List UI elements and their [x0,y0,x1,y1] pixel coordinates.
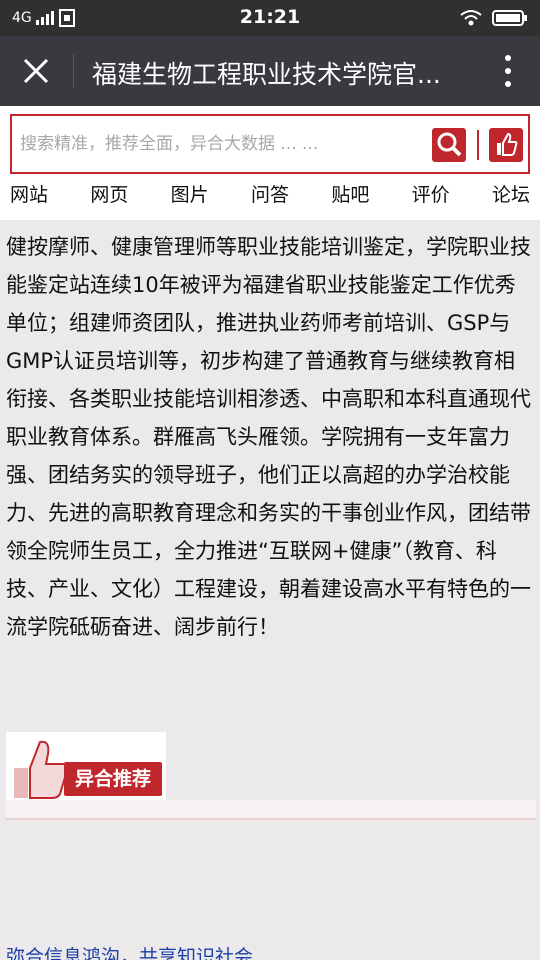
tab-qa[interactable]: 问答 [251,180,289,220]
search-area [0,106,540,180]
status-icons [460,8,528,28]
divider-strip [6,800,536,820]
search-input[interactable] [20,130,420,158]
tab-images[interactable]: 图片 [171,180,209,220]
recommend-button[interactable] [489,128,523,162]
search-box [10,114,530,174]
title-divider [73,54,74,88]
search-icon [437,132,462,157]
slogan-link[interactable]: 弥合信息鸿沟，共享知识社会 [6,942,253,960]
search-category-tabs: 网站 网页 图片 问答 贴吧 评价 论坛 [0,180,540,220]
more-menu-button[interactable] [498,55,518,87]
recommend-label: 异合推荐 [64,762,162,796]
clock: 21:21 [239,6,301,28]
page-title: 福建生物工程职业技术学院官... [92,60,441,89]
close-icon [23,58,49,84]
close-button[interactable] [16,51,56,91]
thumbs-up-icon [497,132,518,156]
tab-tieba[interactable]: 贴吧 [331,180,369,220]
tab-webpage[interactable]: 网页 [90,180,128,220]
tab-reviews[interactable]: 评价 [412,180,450,220]
battery-icon [492,10,527,26]
status-bar: 4G 21:21 [0,0,540,36]
wifi-icon [460,10,482,26]
tab-forum[interactable]: 论坛 [492,180,530,220]
article-text: 健按摩师、健康管理师等职业技能培训鉴定，学院职业技能鉴定站连续10年被评为福建省… [6,235,531,639]
recommend-banner[interactable]: 异合推荐 [6,732,166,800]
search-button[interactable] [432,128,466,162]
title-bar: 福建生物工程职业技术学院官... [0,36,540,106]
search-divider [477,130,479,160]
tab-website[interactable]: 网站 [10,180,48,220]
